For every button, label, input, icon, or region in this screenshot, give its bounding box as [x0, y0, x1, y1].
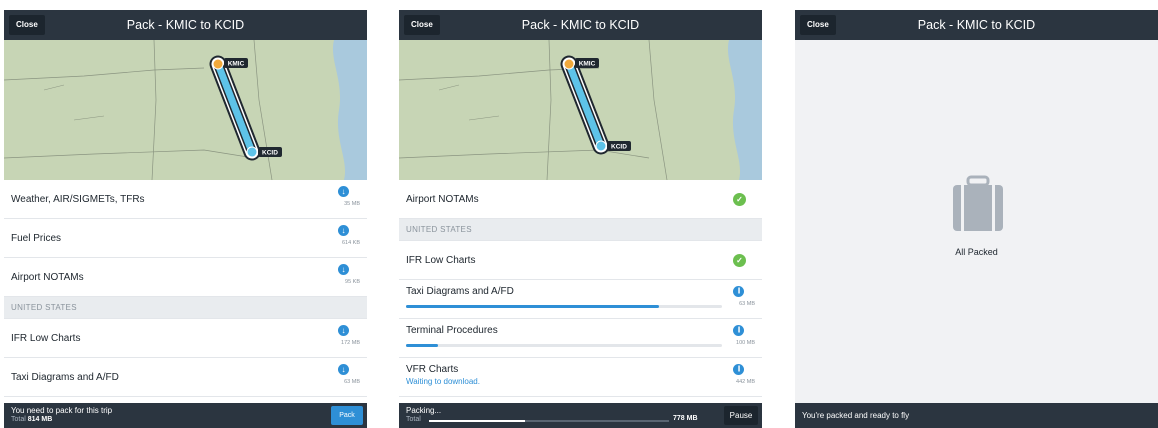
- item-label: IFR Low Charts: [11, 333, 81, 344]
- pack-message: You need to pack for this trip: [11, 406, 113, 415]
- section-header: UNITED STATES: [399, 219, 762, 241]
- close-button[interactable]: Close: [800, 15, 836, 35]
- item-label: Taxi Diagrams and A/FD: [406, 286, 514, 297]
- suitcase-icon: [953, 175, 1003, 231]
- page-title: Pack - KMIC to KCID: [521, 18, 640, 32]
- packing-status: Packing...: [406, 406, 442, 415]
- total-progress-fill: [429, 420, 525, 422]
- map-canvas: KMIC KCID: [4, 40, 367, 180]
- list-item[interactable]: IFR Low Charts ↓ 172 MB: [4, 319, 367, 358]
- ready-message: You're packed and ready to fly: [802, 411, 910, 420]
- page-title: Pack - KMIC to KCID: [917, 18, 1036, 32]
- page-title: Pack - KMIC to KCID: [126, 18, 245, 32]
- list-item[interactable]: Airport NOTAMs ✓: [399, 180, 762, 219]
- bottom-bar: You're packed and ready to fly: [795, 403, 1158, 428]
- total-size: Total 814 MB: [11, 416, 52, 423]
- bottom-bar: Packing... Total 778 MB Pause: [399, 403, 762, 428]
- progress-fill: [406, 305, 659, 308]
- pack-screen-initial: Close Pack - KMIC to KCID KMIC KCID Weat…: [4, 10, 367, 428]
- item-size: 63 MB: [739, 301, 755, 307]
- origin-label: KMIC: [579, 61, 596, 68]
- section-label: UNITED STATES: [406, 225, 472, 234]
- pack-screen-packing: Close Pack - KMIC to KCID KMIC KCID Airp…: [399, 10, 762, 428]
- item-size: 35 MB: [344, 201, 360, 207]
- item-label: Airport NOTAMs: [406, 194, 479, 205]
- pause-icon[interactable]: ||: [733, 286, 744, 297]
- check-icon: ✓: [733, 254, 746, 267]
- pause-icon[interactable]: ||: [733, 364, 744, 375]
- pack-screen-complete: Close Pack - KMIC to KCID All Packed You…: [795, 10, 1158, 428]
- route-map[interactable]: KMIC KCID: [399, 40, 762, 180]
- pack-button[interactable]: Pack: [331, 406, 363, 425]
- download-icon[interactable]: ↓: [338, 186, 349, 197]
- destination-label: KCID: [262, 150, 278, 157]
- pause-button[interactable]: Pause: [724, 406, 758, 425]
- total-progress-bar: [429, 420, 669, 422]
- item-label: Fuel Prices: [11, 233, 62, 244]
- close-button[interactable]: Close: [404, 15, 440, 35]
- list-item[interactable]: Airport NOTAMs ↓ 95 KB: [4, 258, 367, 297]
- download-icon[interactable]: ↓: [338, 325, 349, 336]
- item-size: 172 MB: [341, 340, 360, 346]
- route-map[interactable]: KMIC KCID: [4, 40, 367, 180]
- pack-list: Weather, AIR/SIGMETs, TFRs ↓ 35 MB Fuel …: [4, 180, 367, 397]
- item-status: Waiting to download.: [406, 377, 480, 386]
- list-item[interactable]: VFR Charts Waiting to download. || 442 M…: [399, 358, 762, 397]
- item-label: VFR Charts: [406, 364, 459, 375]
- nav-bar: Close Pack - KMIC to KCID: [795, 10, 1158, 40]
- total-value: 778 MB: [673, 415, 698, 422]
- section-header: UNITED STATES: [4, 297, 367, 319]
- pack-list: Airport NOTAMs ✓ UNITED STATES IFR Low C…: [399, 180, 762, 397]
- item-label: Weather, AIR/SIGMETs, TFRs: [11, 194, 145, 205]
- list-item[interactable]: Terminal Procedures || 100 MB: [399, 319, 762, 358]
- progress-bar: [406, 344, 722, 347]
- download-icon[interactable]: ↓: [338, 264, 349, 275]
- total-value: 814 MB: [27, 416, 53, 423]
- nav-bar: Close Pack - KMIC to KCID: [399, 10, 762, 40]
- item-label: Taxi Diagrams and A/FD: [11, 372, 119, 383]
- item-size: 63 MB: [344, 379, 360, 385]
- progress-bar: [406, 305, 722, 308]
- nav-bar: Close Pack - KMIC to KCID: [4, 10, 367, 40]
- progress-fill: [406, 344, 438, 347]
- total-label: Total: [406, 416, 421, 423]
- item-size: 95 KB: [345, 279, 360, 285]
- packed-area: All Packed: [795, 40, 1158, 403]
- all-packed-label: All Packed: [955, 247, 998, 257]
- section-label: UNITED STATES: [11, 303, 77, 312]
- destination-label: KCID: [611, 144, 627, 151]
- item-label: Terminal Procedures: [406, 325, 498, 336]
- item-label: Airport NOTAMs: [11, 272, 84, 283]
- item-size: 614 KB: [341, 240, 360, 246]
- item-size: 442 MB: [736, 379, 755, 385]
- origin-label: KMIC: [228, 61, 245, 68]
- item-label: IFR Low Charts: [406, 255, 476, 266]
- map-canvas: KMIC KCID: [399, 40, 762, 180]
- list-item[interactable]: Weather, AIR/SIGMETs, TFRs ↓ 35 MB: [4, 180, 367, 219]
- list-item[interactable]: Taxi Diagrams and A/FD || 63 MB: [399, 280, 762, 319]
- list-item[interactable]: Fuel Prices ↓ 614 KB: [4, 219, 367, 258]
- list-item[interactable]: IFR Low Charts ✓: [399, 241, 762, 280]
- total-label: Total: [11, 416, 26, 423]
- download-icon[interactable]: ↓: [338, 225, 349, 236]
- check-icon: ✓: [733, 193, 746, 206]
- pause-icon[interactable]: ||: [733, 325, 744, 336]
- list-item[interactable]: Taxi Diagrams and A/FD ↓ 63 MB: [4, 358, 367, 397]
- download-icon[interactable]: ↓: [338, 364, 349, 375]
- item-size: 100 MB: [736, 340, 755, 346]
- bottom-bar: You need to pack for this trip Total 814…: [4, 403, 367, 428]
- close-button[interactable]: Close: [9, 15, 45, 35]
